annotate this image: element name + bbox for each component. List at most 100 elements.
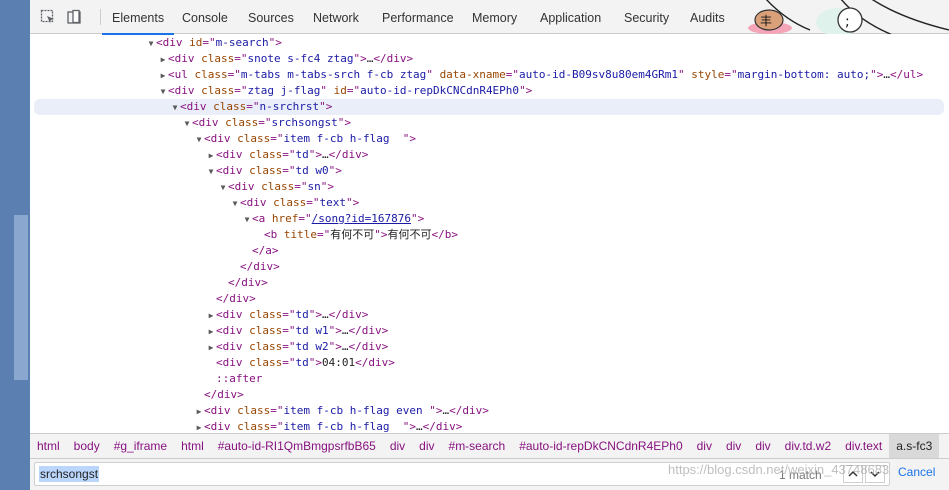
collapsed-triangle-icon[interactable]: ▶ xyxy=(194,420,204,432)
breadcrumb-item[interactable]: #auto-id-repDkCNCdnR4EPh0 xyxy=(512,434,689,458)
collapsed-triangle-icon[interactable]: ▶ xyxy=(158,52,168,68)
dom-node-line[interactable]: ▶ <ul class="m-tabs m-tabs-srch f-cb ztag… xyxy=(34,67,944,83)
breadcrumb-item[interactable]: #auto-id-RI1QmBmgpsrfbB65 xyxy=(211,434,383,458)
dom-node-line[interactable]: <div class="td">04:01</div> xyxy=(34,355,944,371)
breadcrumb-item[interactable]: div xyxy=(748,434,777,458)
dom-token: "> xyxy=(328,324,342,337)
breadcrumb-item[interactable]: div xyxy=(412,434,441,458)
expanded-triangle-icon[interactable]: ▼ xyxy=(158,84,168,100)
breadcrumb-item[interactable]: #m-search xyxy=(442,434,513,458)
dom-token: "> xyxy=(346,196,360,209)
dom-token: class xyxy=(249,356,283,369)
dom-node-line[interactable]: ::after xyxy=(34,371,944,387)
tab-console[interactable]: Console xyxy=(182,0,228,34)
breadcrumb-item[interactable]: html xyxy=(30,434,67,458)
dom-node-line[interactable]: </div> xyxy=(34,259,944,275)
expanded-triangle-icon[interactable]: ▼ xyxy=(206,164,216,180)
breadcrumb-item[interactable]: div.td.w2 xyxy=(778,434,838,458)
dom-node-line[interactable]: ▶ <div class="td w1">…</div> xyxy=(34,323,944,339)
expanded-triangle-icon[interactable]: ▼ xyxy=(170,100,180,116)
tab-elements[interactable]: Elements xyxy=(101,0,175,35)
expanded-triangle-icon[interactable]: ▼ xyxy=(230,196,240,212)
dom-token: class xyxy=(225,116,259,129)
inspect-element-icon[interactable] xyxy=(40,9,56,25)
breadcrumb-item[interactable]: html xyxy=(174,434,211,458)
collapsed-triangle-icon[interactable]: ▶ xyxy=(206,148,216,164)
dom-token: id xyxy=(333,84,347,97)
dom-node-line[interactable]: ▼ <a href="/song?id=167876"> xyxy=(34,211,944,227)
breadcrumb-item[interactable]: div xyxy=(383,434,412,458)
dom-tree[interactable]: ▼ <div id="m-search"> ▶ <div class="snote s… xyxy=(30,34,949,432)
dom-node-line[interactable]: ▼ <div id="m-search"> xyxy=(34,35,944,51)
dom-token: </div> xyxy=(348,340,389,353)
dom-node-line[interactable]: ▼ <div class="sn"> xyxy=(34,179,944,195)
dom-token: class xyxy=(237,404,271,417)
dom-node-line[interactable]: ▶ <div class="snote s-fc4 ztag">…</div> xyxy=(34,51,944,67)
dom-token: … xyxy=(883,68,890,81)
device-toolbar-icon[interactable] xyxy=(66,9,82,25)
dom-node-line[interactable]: </a> xyxy=(34,243,944,259)
search-prev-button[interactable] xyxy=(843,465,863,483)
collapsed-triangle-icon[interactable]: ▶ xyxy=(206,324,216,340)
dom-token: margin-bottom: auto; xyxy=(737,68,871,81)
dom-node-line[interactable]: ▼ <div class="item f-cb h-flag "> xyxy=(34,131,944,147)
dom-token: class xyxy=(261,180,295,193)
search-box: srchsongst 1 match xyxy=(34,462,890,486)
expanded-triangle-icon[interactable]: ▼ xyxy=(218,180,228,196)
dom-node-line[interactable]: ▼ <div class="n-srchrst"> xyxy=(34,99,944,115)
tab-memory[interactable]: Memory xyxy=(472,0,517,34)
dom-token: =" xyxy=(258,116,272,129)
dom-token: "> xyxy=(429,404,443,417)
tab-performance[interactable]: Performance xyxy=(382,0,454,34)
page-scrollbar-thumb[interactable] xyxy=(14,215,28,380)
dom-token: td w2 xyxy=(295,340,329,353)
dom-node-line[interactable]: ▼ <div class="srchsongst"> xyxy=(34,115,944,131)
dom-node-line[interactable]: ▶ <div class="td">…</div> xyxy=(34,147,944,163)
expanded-triangle-icon[interactable]: ▼ xyxy=(194,132,204,148)
href-link[interactable]: /song?id=167876 xyxy=(312,212,411,225)
dom-node-line[interactable]: ▼ <div class="text"> xyxy=(34,195,944,211)
expanded-triangle-icon[interactable]: ▼ xyxy=(182,116,192,132)
breadcrumb-item[interactable]: #g_iframe xyxy=(107,434,174,458)
dom-token: td xyxy=(295,148,309,161)
dom-token: class xyxy=(249,340,283,353)
dom-token: </div> xyxy=(373,52,414,65)
collapsed-triangle-icon[interactable]: ▶ xyxy=(158,68,168,84)
dom-token: … xyxy=(341,324,349,337)
search-input[interactable]: srchsongst xyxy=(39,466,100,482)
dom-token: =" xyxy=(282,164,296,177)
collapsed-triangle-icon[interactable]: ▶ xyxy=(206,340,216,356)
search-cancel-button[interactable]: Cancel xyxy=(898,465,935,479)
breadcrumb-item[interactable]: div xyxy=(719,434,748,458)
dom-token: <b xyxy=(264,228,284,241)
tab-security[interactable]: Security xyxy=(624,0,669,34)
tab-application[interactable]: Application xyxy=(540,0,601,34)
dom-node-line[interactable]: ▶ <div class="td w2">…</div> xyxy=(34,339,944,355)
dom-token: <div xyxy=(180,100,214,113)
tab-sources[interactable]: Sources xyxy=(248,0,294,34)
breadcrumb-item[interactable]: a.s-fc3 xyxy=(889,434,940,458)
dom-token: <div xyxy=(216,340,250,353)
breadcrumb-item[interactable]: div xyxy=(690,434,719,458)
collapsed-triangle-icon[interactable]: ▶ xyxy=(206,308,216,324)
dom-token: <div xyxy=(204,420,238,432)
expanded-triangle-icon[interactable]: ▼ xyxy=(242,212,252,228)
dom-node-line[interactable]: <b title="有何不可">有何不可</b> xyxy=(34,227,944,243)
tab-network[interactable]: Network xyxy=(313,0,359,34)
dom-node-line[interactable]: </div> xyxy=(34,387,944,403)
dom-node-line[interactable]: ▶ <div class="td">…</div> xyxy=(34,307,944,323)
dom-node-line[interactable]: ▼ <div class="td w0"> xyxy=(34,163,944,179)
expanded-triangle-icon[interactable]: ▼ xyxy=(146,36,156,52)
dom-node-line[interactable]: </div> xyxy=(34,275,944,291)
collapsed-triangle-icon[interactable]: ▶ xyxy=(194,404,204,420)
dom-token: <a xyxy=(252,212,272,225)
dom-node-line[interactable]: ▶ <div class="item f-cb h-flag even ">…</… xyxy=(34,403,944,419)
breadcrumb-item[interactable]: div.text xyxy=(838,434,889,458)
dom-node-line[interactable]: ▶ <div class="item f-cb h-flag ">…</div> xyxy=(34,419,944,432)
dom-node-line[interactable]: ▼ <div class="ztag j-flag" id="auto-id-re… xyxy=(34,83,944,99)
breadcrumb-item[interactable]: body xyxy=(67,434,107,458)
dom-token: "> xyxy=(402,132,416,145)
search-next-button[interactable] xyxy=(865,465,885,483)
dom-node-line[interactable]: </div> xyxy=(34,291,944,307)
dom-token: <div xyxy=(156,36,190,49)
